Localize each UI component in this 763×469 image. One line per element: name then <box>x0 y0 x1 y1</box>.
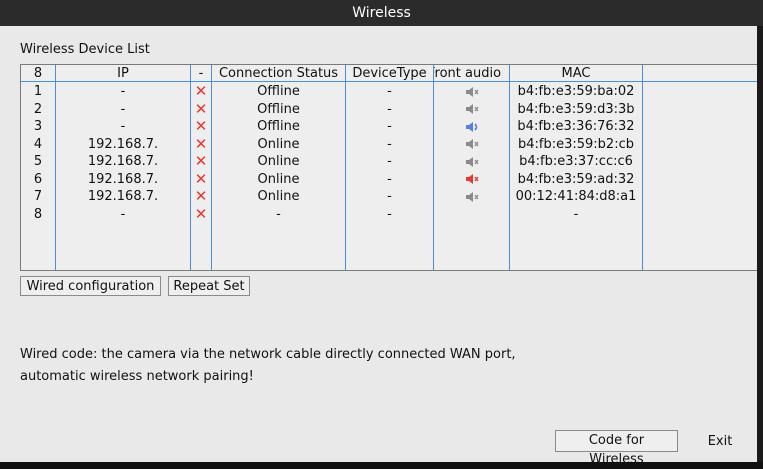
cell-num: 5 <box>33 154 43 169</box>
cell-ip: - <box>120 101 126 117</box>
delete-x-icon[interactable]: ✕ <box>191 188 211 206</box>
cell-mac: b4:fb:e3:59:ba:02 <box>517 84 635 99</box>
cell-ip: 192.168.7. <box>87 189 159 204</box>
delete-x-icon[interactable]: ✕ <box>191 136 211 154</box>
cell-mac: b4:fb:e3:59:b2:cb <box>518 136 634 152</box>
cell-mac: b4:fb:e3:36:76:32 <box>517 119 635 134</box>
window-edge <box>757 26 763 462</box>
table-row[interactable]: 5 192.168.7. ✕ Online - b4:fb:e3:37:cc:c6 <box>21 153 762 171</box>
cell-num: 2 <box>33 101 43 117</box>
header-mac[interactable]: MAC <box>510 65 642 83</box>
speaker-icon[interactable] <box>434 136 509 154</box>
wired-configuration-button[interactable]: Wired configuration <box>20 276 161 296</box>
cell-status: Offline <box>257 119 300 134</box>
cell-status: Offline <box>257 84 300 99</box>
table-row[interactable]: 8 - ✕ - - - <box>21 206 762 224</box>
cell-num: 6 <box>33 171 43 187</box>
cell-ip: 192.168.7. <box>87 154 159 169</box>
cell-status: Online <box>257 189 300 204</box>
header-dash[interactable]: - <box>191 65 211 83</box>
cell-status: - <box>276 206 281 222</box>
table-row[interactable]: 2 - ✕ Offline - b4:fb:e3:59:d3:3b <box>21 101 762 119</box>
header-front-audio[interactable]: Front audio <box>434 65 509 83</box>
window-title: Wireless <box>352 5 411 21</box>
cell-status: Online <box>257 136 300 152</box>
wired-code-note: Wired code: the camera via the network c… <box>20 347 516 384</box>
table-row[interactable]: 1 - ✕ Offline - b4:fb:e3:59:ba:02 <box>21 83 762 101</box>
header-connection-status[interactable]: Connection Status <box>212 65 345 83</box>
delete-x-icon[interactable]: ✕ <box>191 171 211 189</box>
cell-num: 4 <box>33 136 43 152</box>
cell-ip: - <box>120 119 126 134</box>
cell-mac: b4:fb:e3:59:ad:32 <box>517 171 635 187</box>
empty-audio-cell[interactable] <box>434 206 509 224</box>
table-header-row: 8 IP - Connection Status DeviceType Fron… <box>21 65 762 83</box>
table-row[interactable]: 6 192.168.7. ✕ Online - b4:fb:e3:59:ad:32 <box>21 171 762 189</box>
speaker-icon[interactable] <box>434 171 509 189</box>
speaker-icon[interactable] <box>434 188 509 206</box>
cell-ip: 192.168.7. <box>87 136 159 152</box>
delete-x-icon[interactable]: ✕ <box>191 206 211 224</box>
cell-num: 1 <box>33 84 43 99</box>
code-for-wireless-button[interactable]: Code for Wireless <box>555 430 678 467</box>
device-list-label: Wireless Device List <box>20 42 150 57</box>
delete-x-icon[interactable]: ✕ <box>191 83 211 101</box>
delete-x-icon[interactable]: ✕ <box>191 101 211 119</box>
cell-mac: b4:fb:e3:37:cc:c6 <box>519 154 633 169</box>
cell-device-type: - <box>387 84 392 99</box>
cell-device-type: - <box>387 206 392 222</box>
title-bar: Wireless <box>0 0 763 26</box>
cell-mac: - <box>573 206 579 222</box>
cell-device-type: - <box>387 119 392 134</box>
cell-status: Online <box>257 154 300 169</box>
table-row[interactable]: 3 - ✕ Offline - b4:fb:e3:36:76:32 <box>21 118 762 136</box>
cell-status: Offline <box>257 101 300 117</box>
speaker-icon[interactable] <box>434 118 509 136</box>
cell-device-type: - <box>387 101 392 117</box>
delete-x-icon[interactable]: ✕ <box>191 153 211 171</box>
header-count[interactable]: 8 <box>21 65 55 83</box>
cell-num: 3 <box>33 119 43 134</box>
table-row[interactable]: 7 192.168.7. ✕ Online - 00:12:41:84:d8:a1 <box>21 188 762 206</box>
cell-mac: b4:fb:e3:59:d3:3b <box>517 101 635 117</box>
cell-ip: - <box>120 84 126 99</box>
speaker-icon[interactable] <box>434 101 509 119</box>
cell-device-type: - <box>387 189 392 204</box>
wireless-device-table: 8 IP - Connection Status DeviceType Fron… <box>20 64 763 271</box>
speaker-icon[interactable] <box>434 83 509 101</box>
cell-ip: - <box>120 206 126 222</box>
wireless-dialog: Wireless Wireless Device List 8 IP - Con… <box>0 0 763 467</box>
header-device-type[interactable]: DeviceType <box>346 65 433 83</box>
cell-device-type: - <box>387 136 392 152</box>
cell-ip: 192.168.7. <box>87 171 159 187</box>
exit-button[interactable]: Exit <box>682 430 758 452</box>
cell-mac: 00:12:41:84:d8:a1 <box>515 189 637 204</box>
cell-num: 8 <box>33 206 43 222</box>
repeat-set-button[interactable]: Repeat Set <box>168 276 250 296</box>
table-row[interactable]: 4 192.168.7. ✕ Online - b4:fb:e3:59:b2:cb <box>21 136 762 154</box>
cell-status: Online <box>257 171 300 187</box>
delete-x-icon[interactable]: ✕ <box>191 118 211 136</box>
speaker-icon[interactable] <box>434 153 509 171</box>
cell-num: 7 <box>33 189 43 204</box>
cell-device-type: - <box>387 171 392 187</box>
cell-device-type: - <box>387 154 392 169</box>
header-ip[interactable]: IP <box>56 65 190 83</box>
